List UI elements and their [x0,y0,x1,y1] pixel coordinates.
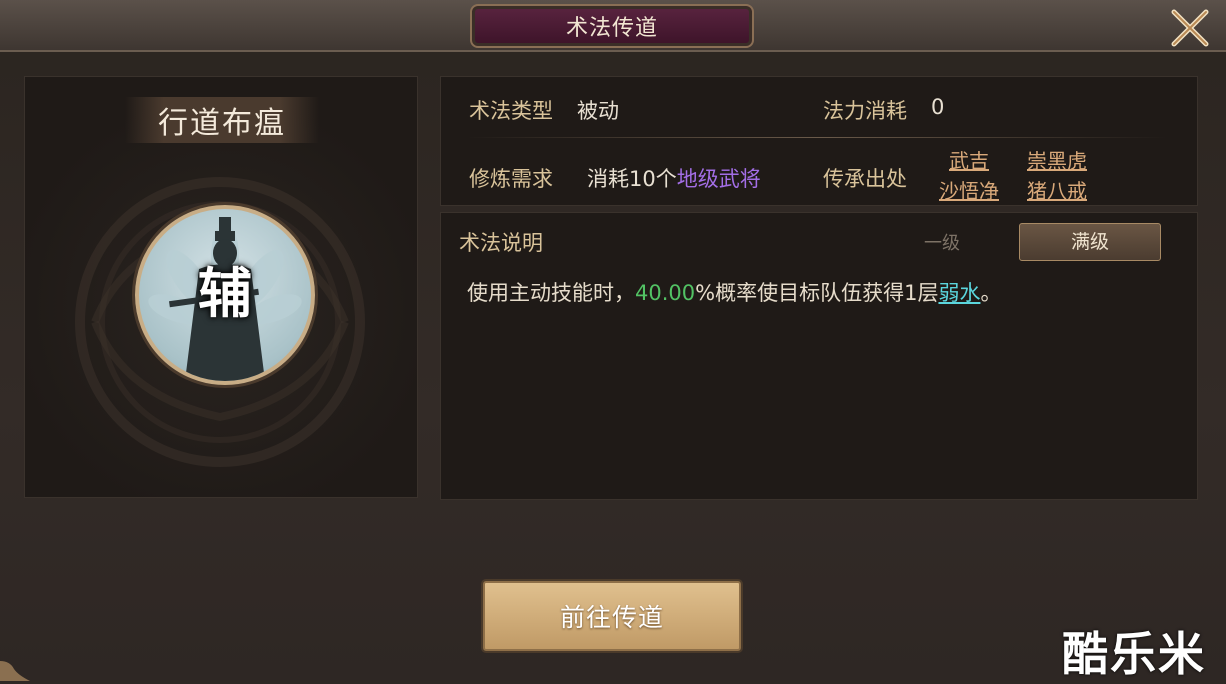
description-text: 使用主动技能时，40.00%概率使目标队伍获得1层弱水。 [467,277,1001,307]
go-preach-label: 前往传道 [559,603,664,632]
description-title: 术法说明 [459,231,543,255]
origin-link-shawujing[interactable]: 沙悟净 [939,175,999,204]
type-value: 被动 [577,99,619,123]
requirement-highlight: 地级武将 [676,167,761,191]
go-preach-button[interactable]: 前往传道 [483,581,741,651]
skill-name-plate: 行道布瘟 [125,97,319,143]
description-suffix: 。 [980,281,1002,305]
window-title: 术法传道 [565,16,658,41]
corner-ornament-icon [0,661,30,681]
skill-avatar: 辅 [135,205,315,385]
requirement-value: 消耗10个地级武将 [587,163,761,193]
skill-info-panel: 术法类型 被动 法力消耗 0 修炼需求 消耗10个地级武将 传承出处 武吉 崇黑… [440,76,1198,206]
tab-level-one[interactable]: 一级 [917,229,967,259]
origin-label: 传承出处 [823,167,907,191]
requirement-label: 修炼需求 [469,167,553,191]
row-divider [467,137,1167,138]
tab-max-level[interactable]: 满级 [1019,223,1161,261]
keyword-link-ruoshui[interactable]: 弱水 [938,281,980,305]
close-button[interactable] [1168,6,1212,50]
origin-link-zhubajie[interactable]: 猪八戒 [1027,175,1087,204]
title-bar: 术法传道 [0,0,1226,52]
description-percent: 40.00 [635,281,696,305]
cost-value: 0 [931,95,945,119]
title-plate: 术法传道 [470,4,754,48]
skill-portrait-panel: 行道布瘟 辅 [24,76,418,498]
skill-name: 行道布瘟 [158,106,286,141]
origin-link-chongheihu[interactable]: 崇黑虎 [1027,145,1087,174]
description-prefix: 使用主动技能时， [467,281,635,305]
avatar-character: 辅 [198,262,252,325]
requirement-prefix: 消耗10个 [587,167,677,191]
origin-link-wuji[interactable]: 武吉 [949,145,989,174]
watermark: 酷乐米 [1062,627,1206,681]
close-x-icon [1171,9,1209,47]
dialog-frame: 术法传道 行道布瘟 辅 术法类型 被动 法力消耗 0 修炼需求 消耗10个地级武… [0,0,1226,681]
type-label: 术法类型 [469,99,553,123]
skill-description-panel: 术法说明 一级 满级 使用主动技能时，40.00%概率使目标队伍获得1层弱水。 [440,212,1198,500]
description-middle: %概率使目标队伍获得1层 [695,281,939,305]
cost-label: 法力消耗 [823,99,907,123]
